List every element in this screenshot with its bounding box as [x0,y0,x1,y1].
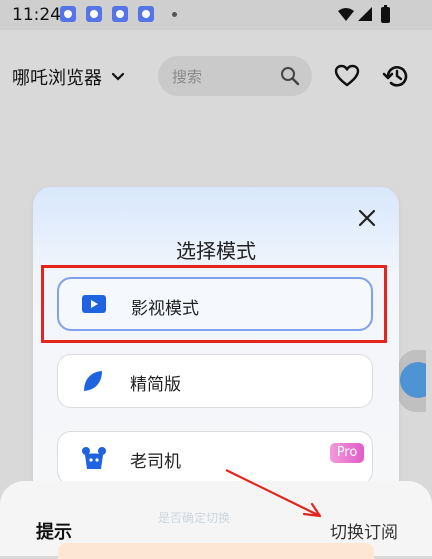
sheet-faded-text: 是否确定切换 [158,511,231,525]
leaf-icon [84,371,102,391]
search-placeholder: 搜索 [172,68,203,86]
option-driver-mode[interactable]: 老司机 [57,431,373,485]
close-icon[interactable] [356,207,378,229]
option-lite-mode[interactable]: 精简版 [57,354,373,408]
pro-badge: Pro [330,443,364,463]
chevron-down-icon [111,72,125,81]
signal-battery-icons [338,5,390,23]
status-bar: 11:24 [0,0,432,30]
more-notifications-dot [172,12,177,17]
option-label: 精简版 [130,375,181,395]
status-time: 11:24 [12,5,61,25]
sheet-action-bar[interactable] [58,543,374,559]
history-icon[interactable] [382,63,410,89]
mode-select-dialog: 选择模式 影视模式 精简版 老司机 Pro [33,187,399,517]
dialog-title: 选择模式 [176,239,256,263]
floating-side-button[interactable] [398,350,426,412]
app-switcher[interactable]: 哪吒浏览器 [12,64,126,90]
search-input[interactable]: 搜索 [158,56,312,96]
mascot-icon [82,447,106,469]
sheet-title: 提示 [36,522,72,543]
baidu-notification-icon [86,6,102,22]
option-label: 老司机 [130,452,181,472]
app-name: 哪吒浏览器 [12,68,102,89]
baidu-notification-icon [138,6,154,22]
baidu-notification-icon [112,6,128,22]
selection-highlight-annotation [41,265,387,343]
switch-subscription-link[interactable]: 切换订阅 [330,518,398,543]
baidu-notification-icon [60,6,76,22]
favorites-heart-icon[interactable] [334,64,360,88]
bottom-sheet: 提示 是否确定切换 切换订阅 [0,481,432,559]
search-icon[interactable] [280,66,300,86]
